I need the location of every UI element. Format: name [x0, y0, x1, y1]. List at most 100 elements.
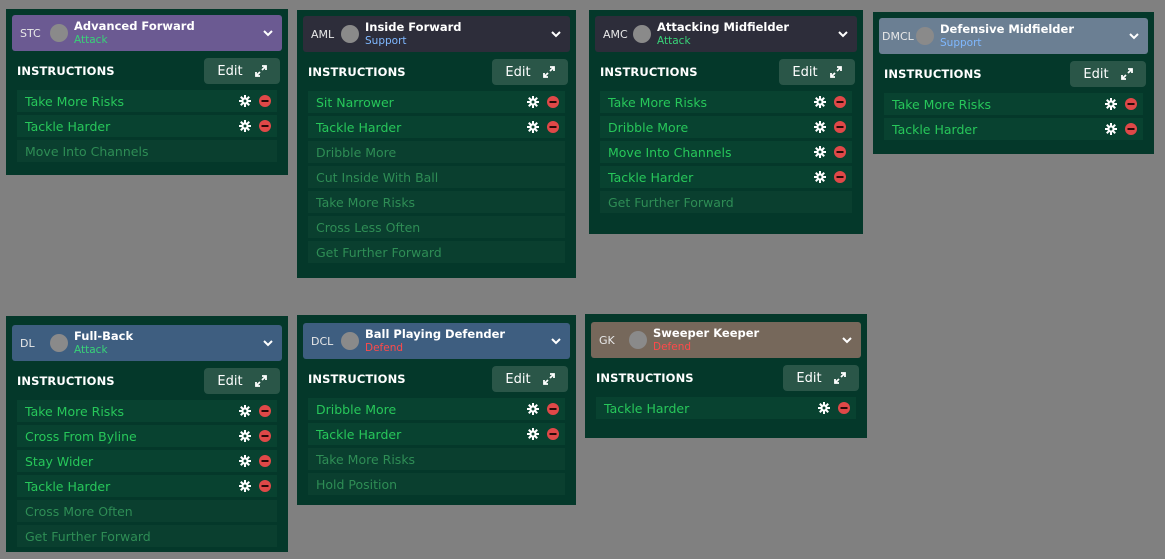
instruction-item[interactable]: Dribble More: [308, 141, 565, 163]
instruction-list: Take More Risks Cross From Byline Stay Wid…: [12, 400, 282, 547]
gear-icon[interactable]: [818, 402, 830, 414]
role-selector-aml[interactable]: AML Inside Forward Support: [303, 16, 570, 52]
edit-button[interactable]: Edit: [492, 366, 568, 392]
gear-icon[interactable]: [239, 95, 251, 107]
instruction-item[interactable]: Take More Risks: [308, 191, 565, 213]
remove-icon[interactable]: [1125, 98, 1137, 110]
instruction-item[interactable]: Tackle Harder: [308, 423, 565, 445]
remove-icon[interactable]: [259, 95, 271, 107]
edit-button[interactable]: Edit: [779, 59, 855, 85]
instruction-item[interactable]: Cross From Byline: [17, 425, 277, 447]
remove-icon[interactable]: [547, 121, 559, 133]
edit-button[interactable]: Edit: [204, 368, 280, 394]
instruction-list: Take More Risks Tackle Harder: [879, 93, 1148, 140]
instruction-item[interactable]: Take More Risks: [884, 93, 1143, 115]
player-avatar: [341, 25, 359, 43]
instruction-item[interactable]: Take More Risks: [308, 448, 565, 470]
remove-icon[interactable]: [1125, 123, 1137, 135]
gear-icon[interactable]: [1105, 98, 1117, 110]
instruction-item[interactable]: Cut Inside With Ball: [308, 166, 565, 188]
instruction-item[interactable]: Get Further Forward: [308, 241, 565, 263]
gear-icon[interactable]: [814, 121, 826, 133]
instruction-item[interactable]: Tackle Harder: [596, 397, 856, 419]
edit-button[interactable]: Edit: [783, 365, 859, 391]
instruction-item[interactable]: Dribble More: [308, 398, 565, 420]
chevron-down-icon: [551, 31, 561, 38]
instruction-item[interactable]: Dribble More: [600, 116, 852, 138]
instruction-item[interactable]: Get Further Forward: [600, 191, 852, 213]
gear-icon[interactable]: [527, 403, 539, 415]
gear-icon[interactable]: [239, 405, 251, 417]
gear-icon[interactable]: [1105, 123, 1117, 135]
expand-icon: [1120, 68, 1133, 80]
instruction-item[interactable]: Tackle Harder: [17, 115, 277, 137]
role-selector-dl[interactable]: DL Full-Back Attack: [12, 325, 282, 361]
position-code: DL: [20, 336, 35, 350]
remove-icon[interactable]: [547, 96, 559, 108]
remove-icon[interactable]: [259, 480, 271, 492]
remove-icon[interactable]: [259, 120, 271, 132]
instruction-item[interactable]: Tackle Harder: [17, 475, 277, 497]
gear-icon[interactable]: [814, 171, 826, 183]
instruction-item[interactable]: Tackle Harder: [600, 166, 852, 188]
remove-icon[interactable]: [834, 146, 846, 158]
role-card-dmcl: DMCL Defensive Midfielder Support INSTRU…: [873, 12, 1154, 154]
instruction-item[interactable]: Cross Less Often: [308, 216, 565, 238]
remove-icon[interactable]: [834, 121, 846, 133]
player-avatar: [629, 331, 647, 349]
remove-icon[interactable]: [259, 455, 271, 467]
role-selector-gk[interactable]: GK Sweeper Keeper Defend: [591, 322, 861, 358]
instruction-item[interactable]: Move Into Channels: [17, 140, 277, 162]
instruction-actions: [239, 480, 271, 492]
gear-icon[interactable]: [814, 146, 826, 158]
edit-button[interactable]: Edit: [1070, 61, 1146, 87]
gear-icon[interactable]: [814, 96, 826, 108]
remove-icon[interactable]: [834, 96, 846, 108]
instruction-item[interactable]: Take More Risks: [17, 400, 277, 422]
instruction-label: Tackle Harder: [604, 400, 690, 416]
remove-icon[interactable]: [547, 428, 559, 440]
role-selector-stc[interactable]: STC Advanced Forward Attack: [12, 15, 282, 51]
gear-icon[interactable]: [527, 428, 539, 440]
gear-icon[interactable]: [239, 120, 251, 132]
chevron-down-icon: [838, 31, 848, 38]
instruction-item[interactable]: Hold Position: [308, 473, 565, 495]
remove-icon[interactable]: [834, 171, 846, 183]
gear-icon[interactable]: [239, 430, 251, 442]
instruction-actions: [814, 121, 846, 133]
remove-icon[interactable]: [838, 402, 850, 414]
role-selector-amc[interactable]: AMC Attacking Midfielder Attack: [595, 16, 857, 52]
position-code: DMCL: [882, 29, 914, 43]
position-code: AMC: [603, 27, 628, 41]
edit-button[interactable]: Edit: [204, 58, 280, 84]
instruction-item[interactable]: Take More Risks: [17, 90, 277, 112]
gear-icon[interactable]: [239, 480, 251, 492]
gear-icon[interactable]: [527, 96, 539, 108]
remove-icon[interactable]: [259, 405, 271, 417]
role-name: Ball Playing Defender: [365, 327, 506, 341]
instruction-label: Take More Risks: [25, 403, 125, 419]
instruction-actions: [814, 96, 846, 108]
instruction-item[interactable]: Sit Narrower: [308, 91, 565, 113]
role-name: Attacking Midfielder: [657, 20, 790, 34]
instruction-label: Take More Risks: [892, 96, 992, 112]
player-avatar: [633, 25, 651, 43]
instruction-item[interactable]: Take More Risks: [600, 91, 852, 113]
instruction-item[interactable]: Get Further Forward: [17, 525, 277, 547]
instruction-item[interactable]: Cross More Often: [17, 500, 277, 522]
instruction-item[interactable]: Stay Wider: [17, 450, 277, 472]
gear-icon[interactable]: [239, 455, 251, 467]
remove-icon[interactable]: [259, 430, 271, 442]
gear-icon[interactable]: [527, 121, 539, 133]
instruction-item[interactable]: Tackle Harder: [308, 116, 565, 138]
edit-button[interactable]: Edit: [492, 59, 568, 85]
position-code: STC: [20, 26, 41, 40]
role-selector-dmcl[interactable]: DMCL Defensive Midfielder Support: [879, 18, 1148, 54]
expand-icon: [833, 372, 846, 384]
player-avatar: [50, 24, 68, 42]
instruction-item[interactable]: Tackle Harder: [884, 118, 1143, 140]
instruction-actions: [527, 428, 559, 440]
remove-icon[interactable]: [547, 403, 559, 415]
role-selector-dcl[interactable]: DCL Ball Playing Defender Defend: [303, 323, 570, 359]
instruction-item[interactable]: Move Into Channels: [600, 141, 852, 163]
